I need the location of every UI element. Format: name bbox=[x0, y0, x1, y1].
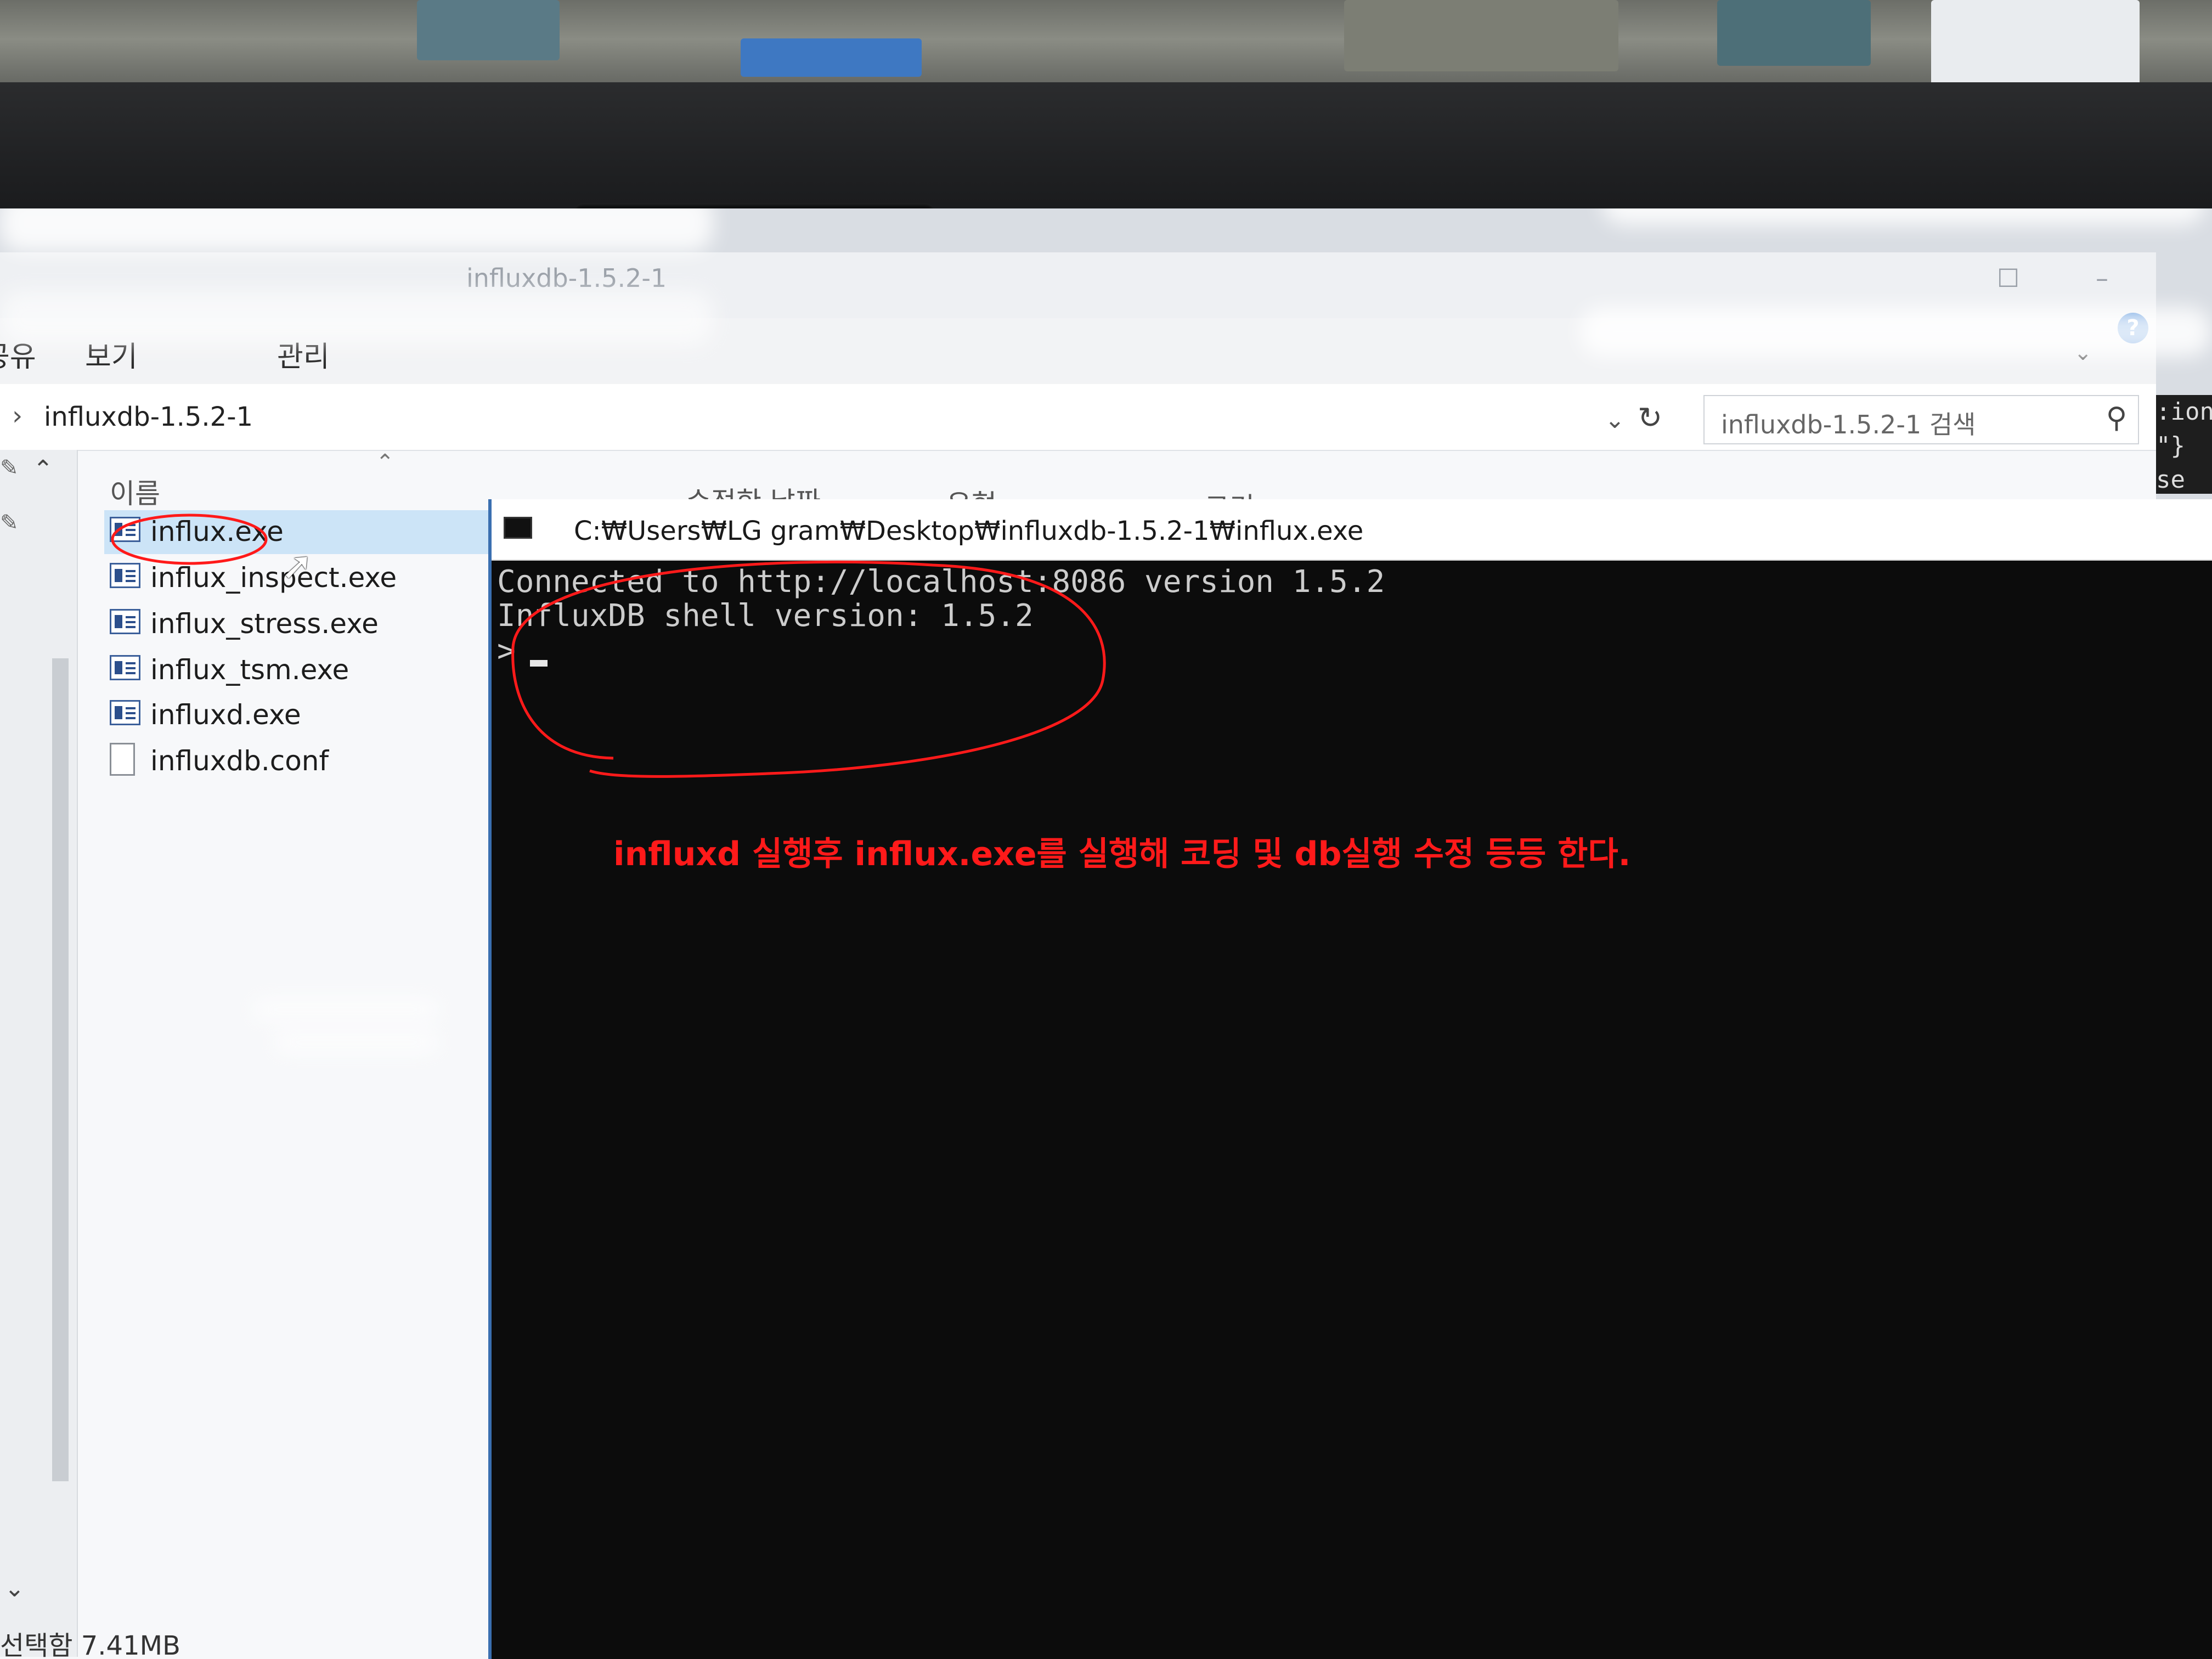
navigation-pane: ✎ ✎ ⌃ ⌄ bbox=[0, 450, 78, 1657]
light-glare bbox=[0, 291, 713, 346]
maximize-icon[interactable]: ☐ bbox=[1997, 263, 2019, 293]
search-placeholder: influxdb-1.5.2-1 검색 bbox=[1721, 410, 1976, 439]
minimize-icon[interactable]: – bbox=[2096, 263, 2108, 293]
screen: influxdb-1.5.2-1 ☐ – 공유 보기 관리 ⌄ ? › infl… bbox=[0, 208, 2212, 1659]
light-glare bbox=[0, 208, 713, 252]
scroll-up-icon[interactable]: ⌃ bbox=[33, 455, 53, 483]
console-line: InfluxDB shell version: 1.5.2 bbox=[497, 598, 1034, 634]
editor-line: :ion bbox=[2156, 398, 2212, 426]
editor-line: "} bbox=[2156, 432, 2185, 460]
light-glare bbox=[252, 998, 439, 1020]
file-row[interactable]: influx_tsm.exe bbox=[104, 648, 532, 692]
pin-icon: ✎ bbox=[0, 455, 19, 481]
light-glare bbox=[1580, 307, 2211, 357]
background-object bbox=[1717, 0, 1871, 66]
light-glare bbox=[1602, 208, 2205, 225]
background-object bbox=[1344, 0, 1618, 71]
exe-icon bbox=[110, 563, 140, 588]
text-cursor bbox=[530, 660, 548, 667]
exe-icon bbox=[110, 700, 140, 725]
file-name: influxd.exe bbox=[150, 699, 301, 731]
light-glare bbox=[274, 1031, 439, 1053]
background-editor-window: :ion "} se bbox=[2156, 395, 2212, 494]
chevron-right-icon: › bbox=[12, 400, 23, 431]
chevron-down-icon[interactable]: ⌄ bbox=[1605, 406, 1625, 434]
file-name: influxdb.conf bbox=[150, 745, 329, 777]
file-name: influx_stress.exe bbox=[150, 608, 379, 640]
console-titlebar[interactable]: C:₩Users₩LG gram₩Desktop₩influxdb-1.5.2-… bbox=[492, 499, 2212, 561]
editor-line: se bbox=[2156, 466, 2185, 494]
console-window[interactable]: C:₩Users₩LG gram₩Desktop₩influxdb-1.5.2-… bbox=[488, 499, 2212, 1659]
search-icon[interactable]: ⚲ bbox=[2106, 402, 2127, 435]
file-name: influx_inspect.exe bbox=[150, 562, 397, 594]
selection-status: 선택함 7.41MB bbox=[0, 1630, 180, 1659]
console-prompt[interactable]: > bbox=[497, 633, 534, 669]
file-row[interactable]: influxdb.conf bbox=[104, 740, 532, 783]
sort-up-icon: ⌃ bbox=[376, 450, 394, 475]
file-name: influx_tsm.exe bbox=[150, 654, 349, 686]
address-bar[interactable]: › influxdb-1.5.2-1 ⌄ ↻ influxdb-1.5.2-1 … bbox=[0, 384, 2156, 451]
console-app-icon bbox=[504, 517, 532, 539]
file-row[interactable]: influx_stress.exe bbox=[104, 602, 532, 646]
console-output[interactable]: Connected to http://localhost:8086 versi… bbox=[497, 564, 2209, 1656]
scrollbar-thumb[interactable] bbox=[52, 658, 69, 1481]
mouse-pointer-icon: ➚ bbox=[281, 543, 313, 588]
pin-icon: ✎ bbox=[0, 510, 19, 535]
file-row[interactable]: influxd.exe bbox=[104, 693, 532, 737]
column-name[interactable]: 이름 bbox=[110, 472, 160, 511]
refresh-icon[interactable]: ↻ bbox=[1638, 400, 1662, 435]
exe-icon bbox=[110, 517, 140, 542]
console-line: Connected to http://localhost:8086 versi… bbox=[497, 564, 1385, 600]
file-row[interactable]: influx.exe bbox=[104, 510, 532, 554]
background-object bbox=[417, 0, 560, 60]
scroll-down-icon[interactable]: ⌄ bbox=[4, 1575, 25, 1602]
file-name: influx.exe bbox=[150, 516, 284, 548]
annotation-text: influxd 실행후 influx.exe를 실행해 코딩 및 db실행 수정… bbox=[613, 835, 1631, 873]
window-title: influxdb-1.5.2-1 bbox=[466, 263, 667, 293]
file-row[interactable]: influx_inspect.exe bbox=[104, 556, 532, 600]
breadcrumb[interactable]: influxdb-1.5.2-1 bbox=[44, 402, 253, 432]
background-object bbox=[741, 38, 922, 77]
search-input[interactable]: influxdb-1.5.2-1 검색 ⚲ bbox=[1703, 395, 2139, 444]
exe-icon bbox=[110, 655, 140, 680]
exe-icon bbox=[110, 609, 140, 634]
status-bar: 선택함 7.41MB bbox=[0, 1624, 494, 1659]
document-icon bbox=[110, 743, 135, 776]
console-title: C:₩Users₩LG gram₩Desktop₩influxdb-1.5.2-… bbox=[574, 516, 1364, 546]
